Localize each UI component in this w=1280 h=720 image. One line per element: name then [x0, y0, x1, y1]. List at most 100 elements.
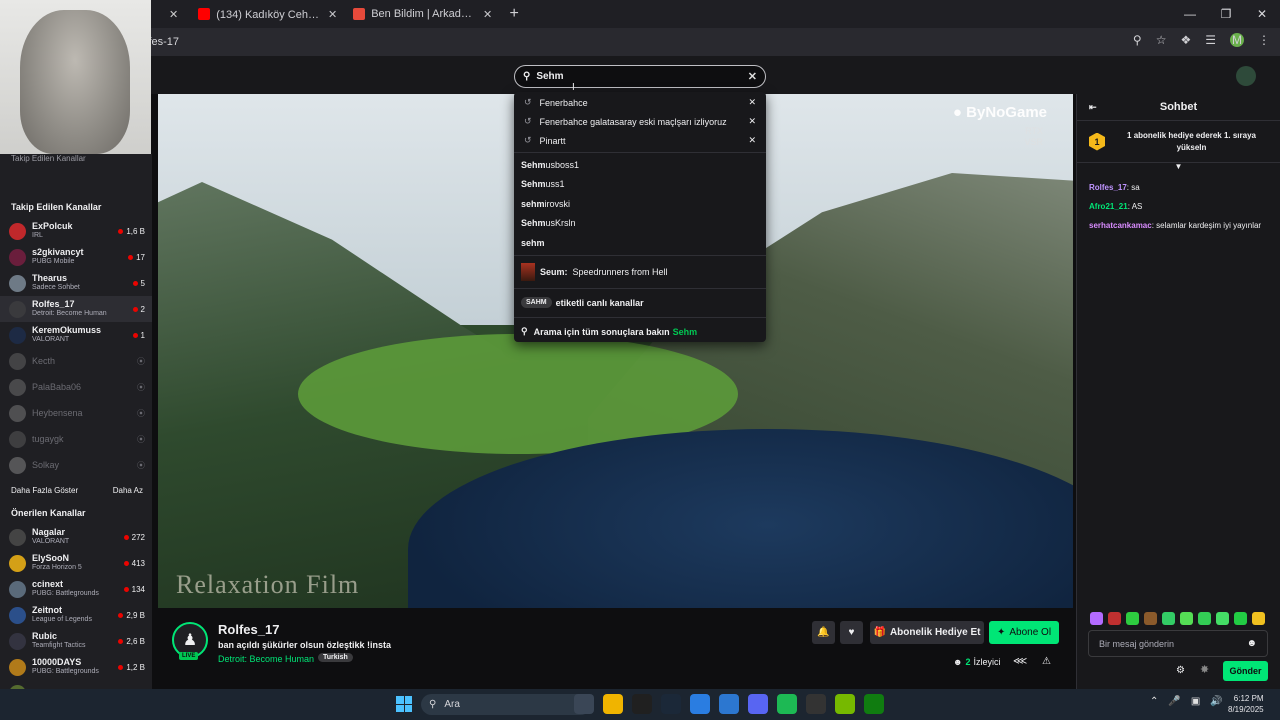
channel-item[interactable]: Solkay ⦿ — [0, 452, 152, 478]
emote-icon[interactable] — [1234, 612, 1247, 625]
show-more-link[interactable]: Daha Fazla Göster — [11, 486, 78, 495]
windows-start-icon[interactable] — [396, 696, 412, 712]
search-history-item[interactable]: ↺ Fenerbahce ✕ — [514, 93, 766, 112]
display-icon[interactable]: ▣ — [1191, 696, 1200, 707]
channel-item[interactable]: ccinext PUBG: Battlegrounds 134 — [0, 576, 152, 602]
microphone-icon[interactable]: 🎤 — [1168, 696, 1180, 707]
search-input[interactable]: Sehm — [536, 71, 741, 82]
emote-icon[interactable] — [1090, 612, 1103, 625]
emote-icon[interactable] — [1180, 612, 1193, 625]
category-result[interactable]: Seum: Speedrunners from Hell — [514, 258, 766, 286]
see-all-results[interactable]: ⚲ Arama için tüm sonuçlara bakın Sehm — [514, 320, 766, 344]
show-less-link[interactable]: Daha Az — [113, 486, 143, 495]
emote-icon[interactable] — [1126, 612, 1139, 625]
channel-item[interactable]: ExPolcuk IRL 1,6 B — [0, 218, 152, 244]
taskbar-app-icon[interactable] — [690, 694, 710, 714]
channel-item[interactable]: KeremOkumuss VALORANT 1 — [0, 322, 152, 348]
tab-close-icon[interactable]: ✕ — [328, 8, 337, 21]
channel-item[interactable]: s2gkivancyt PUBG Mobile 17 — [0, 244, 152, 270]
emote-icon[interactable] — [1144, 612, 1157, 625]
emote-picker-icon[interactable]: ☻ — [1246, 638, 1257, 649]
chat-username[interactable]: serhatcankamac — [1089, 221, 1152, 230]
tray-chevron-icon[interactable]: ⌃ — [1150, 696, 1158, 707]
tag-result[interactable]: SAHM etiketli canlı kanallar — [514, 291, 766, 315]
search-history-item[interactable]: ↺ Fenerbahce galatasaray eski maçlşarı iz… — [514, 112, 766, 131]
gift-leaderboard[interactable]: 1 1 abonelik hediye ederek 1. sıraya yük… — [1077, 121, 1280, 163]
profile-avatar[interactable]: M — [1230, 33, 1244, 47]
share-icon[interactable]: ⋘ — [1013, 656, 1027, 667]
browser-tab-youtube[interactable]: (134) Kadıköy Cehennemi 🔥 # ✕ — [190, 0, 345, 28]
channel-item[interactable]: Rubic Teamfight Tactics 2,6 B — [0, 628, 152, 654]
gift-sub-button[interactable]: 🎁 Abonelik Hediye Et — [870, 621, 984, 644]
search-suggestion[interactable]: Sehm uss1 — [514, 175, 766, 195]
menu-icon[interactable]: ⋮ — [1258, 33, 1270, 47]
search-suggestion[interactable]: sehm — [514, 233, 766, 253]
channel-item[interactable]: Thearus Sadece Sohbet 5 — [0, 270, 152, 296]
new-tab-button[interactable]: + — [500, 5, 528, 23]
subscribe-button[interactable]: ✦ Abone Ol — [989, 621, 1059, 644]
minimize-button[interactable]: — — [1172, 7, 1208, 21]
taskbar-app-icon[interactable] — [864, 694, 884, 714]
stream-game-link[interactable]: Detroit: Become Human — [218, 654, 314, 664]
search-history-item[interactable]: ↺ Pinartt ✕ — [514, 131, 766, 150]
taskbar-app-icon[interactable] — [632, 694, 652, 714]
emote-icon[interactable] — [1162, 612, 1175, 625]
chat-username[interactable]: Rolfes_17 — [1089, 183, 1127, 192]
chat-input[interactable]: Bir mesaj gönderin ☻ — [1088, 630, 1268, 657]
expand-leaderboard-icon[interactable]: ▼ — [1077, 163, 1280, 173]
bits-icon[interactable]: ✸ — [1200, 663, 1209, 676]
channel-item[interactable]: Kecth ⦿ — [0, 348, 152, 374]
remove-history-icon[interactable]: ✕ — [748, 116, 756, 127]
zoom-icon[interactable]: ⚲ — [1133, 33, 1142, 47]
channel-item[interactable]: Heybensena ⦿ — [0, 400, 152, 426]
chat-settings-icon[interactable]: ⚙ — [1176, 665, 1185, 676]
chat-username[interactable]: Afro21_21 — [1089, 202, 1128, 211]
remove-history-icon[interactable]: ✕ — [748, 135, 756, 146]
user-avatar[interactable] — [1236, 66, 1256, 86]
tab-close-icon[interactable]: ✕ — [483, 8, 492, 21]
notification-bell-button[interactable]: 🔔 — [812, 621, 835, 644]
search-suggestion[interactable]: Sehm usboss1 — [514, 155, 766, 175]
browser-tab-game[interactable]: Ben Bildim | Arkadaşlarınla Onl ✕ — [345, 0, 500, 28]
emote-icon[interactable] — [1108, 612, 1121, 625]
media-icon[interactable]: ☰ — [1205, 33, 1216, 47]
remove-history-icon[interactable]: ✕ — [748, 97, 756, 108]
taskbar-app-icon[interactable] — [748, 694, 768, 714]
taskbar-app-icon[interactable] — [574, 694, 594, 714]
channel-item[interactable]: Zeitnot League of Legends 2,9 B — [0, 602, 152, 628]
close-window-button[interactable]: ✕ — [1244, 7, 1280, 21]
channel-item[interactable]: AsLanMashadoW761 — [0, 680, 152, 689]
taskbar-app-icon[interactable] — [835, 694, 855, 714]
channel-item[interactable]: PalaBaba06 ⦿ — [0, 374, 152, 400]
taskbar-clock[interactable]: 6:12 PM 8/19/2025 — [1228, 693, 1264, 715]
channel-item[interactable]: Nagalar VALORANT 272 — [0, 524, 152, 550]
report-icon[interactable]: ⚠ — [1042, 656, 1051, 667]
follow-heart-button[interactable]: ♥ — [840, 621, 863, 644]
send-button[interactable]: Gönder — [1223, 661, 1268, 681]
channel-item[interactable]: 10000DAYS PUBG: Battlegrounds 1,2 B — [0, 654, 152, 680]
taskbar-app-icon[interactable] — [806, 694, 826, 714]
taskbar-app-icon[interactable] — [603, 694, 623, 714]
emote-icon[interactable] — [1252, 612, 1265, 625]
clear-search-icon[interactable]: ✕ — [748, 70, 757, 83]
taskbar-app-icon[interactable] — [719, 694, 739, 714]
channel-item[interactable]: tugaygk ⦿ — [0, 426, 152, 452]
search-suggestion[interactable]: Sehm usKrsln — [514, 214, 766, 234]
language-tag[interactable]: Turkish — [318, 653, 353, 662]
streamer-name[interactable]: Rolfes_17 — [218, 622, 279, 637]
emote-icon[interactable] — [1198, 612, 1211, 625]
search-suggestion[interactable]: sehm irovski — [514, 194, 766, 214]
address-bar[interactable] — [0, 28, 1280, 56]
bookmark-star-icon[interactable]: ☆ — [1156, 33, 1167, 47]
maximize-button[interactable]: ❐ — [1208, 7, 1244, 21]
extensions-icon[interactable]: ❖ — [1180, 33, 1191, 47]
channel-item[interactable]: ElySooN Forza Horizon 5 413 — [0, 550, 152, 576]
tab-close-icon[interactable]: ✕ — [169, 8, 178, 21]
taskbar-app-icon[interactable] — [661, 694, 681, 714]
search-box[interactable]: ⚲ Sehm ✕ — [514, 65, 766, 88]
collapse-chat-icon[interactable]: ⇤ — [1089, 102, 1097, 113]
channel-item[interactable]: Rolfes_17 Detroit: Become Human 2 — [0, 296, 152, 322]
emote-icon[interactable] — [1216, 612, 1229, 625]
taskbar-search[interactable]: ⚲ Ara — [421, 694, 591, 715]
volume-icon[interactable]: 🔊 — [1210, 696, 1222, 707]
